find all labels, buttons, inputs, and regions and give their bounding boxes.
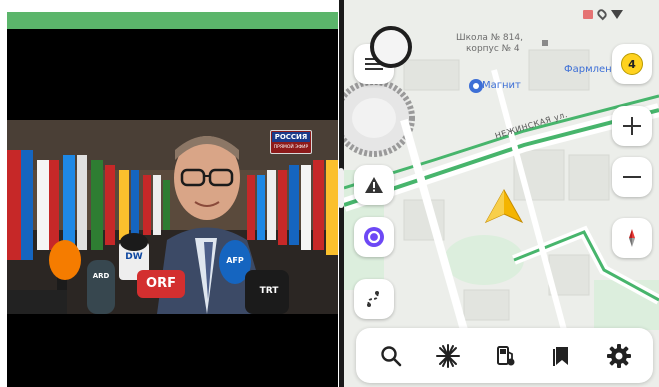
channel-logo: РОССИЯ ПРЯМОЙ ЭФИР (270, 130, 312, 154)
video-frame[interactable]: РОССИЯ ПРЯМОЙ ЭФИР DW ARD ORF AFP TRT (7, 120, 338, 314)
bottom-toolbar (356, 328, 653, 383)
school-label: Школа № 814, корпус № 4 (456, 33, 523, 55)
school-label-line2: корпус № 4 (466, 44, 520, 54)
warning-icon (365, 177, 383, 193)
signal-icon (611, 9, 623, 19)
alice-icon (364, 227, 384, 247)
bookmarks-button[interactable] (542, 336, 582, 376)
search-button[interactable] (371, 336, 411, 376)
school-label-line1: Школа № 814, (456, 33, 523, 43)
traffic-level-badge: 4 (621, 53, 643, 75)
zoom-out-icon (623, 176, 641, 178)
route-button[interactable] (354, 279, 394, 319)
traffic-button[interactable]: 4 (612, 44, 652, 84)
channel-logo-name: РОССИЯ (272, 132, 310, 142)
mic-logo-orf: ORF (146, 276, 176, 291)
discovery-icon (435, 343, 460, 368)
mic-logo-dw: DW (125, 252, 143, 262)
settings-icon (606, 343, 631, 368)
location-icon (595, 7, 609, 21)
zoom-out-button[interactable] (612, 157, 652, 197)
route-icon (367, 291, 379, 307)
video-pane[interactable]: РОССИЯ ПРЯМОЙ ЭФИР DW ARD ORF AFP TRT (7, 12, 338, 387)
store-pin-icon[interactable] (469, 79, 483, 93)
store-label[interactable]: Магнит (482, 80, 521, 91)
status-icons (583, 7, 623, 21)
mic-logo-trt: TRT (259, 286, 279, 296)
voice-assistant-button[interactable] (354, 217, 394, 257)
compass-button[interactable] (612, 218, 652, 258)
school-icon (542, 40, 548, 46)
discovery-button[interactable] (428, 336, 468, 376)
road-event-button[interactable] (354, 165, 394, 205)
top-status-bar (7, 12, 338, 29)
mic-logo-ard: ARD (92, 272, 110, 280)
zoom-in-icon (623, 117, 641, 135)
zoom-in-button[interactable] (612, 106, 652, 146)
settings-button[interactable] (599, 336, 639, 376)
assistive-touch-button[interactable] (370, 26, 412, 68)
search-icon (380, 345, 401, 366)
fuel-button[interactable] (485, 336, 525, 376)
mic-logo-afp: AFP (226, 256, 244, 265)
channel-logo-live: ПРЯМОЙ ЭФИР (273, 145, 309, 150)
photo-icon (583, 9, 593, 19)
pharmacy-label[interactable]: Фармлен (564, 64, 612, 75)
fuel-icon (496, 345, 514, 365)
bookmarks-icon (552, 346, 568, 366)
compass-icon (629, 229, 635, 247)
